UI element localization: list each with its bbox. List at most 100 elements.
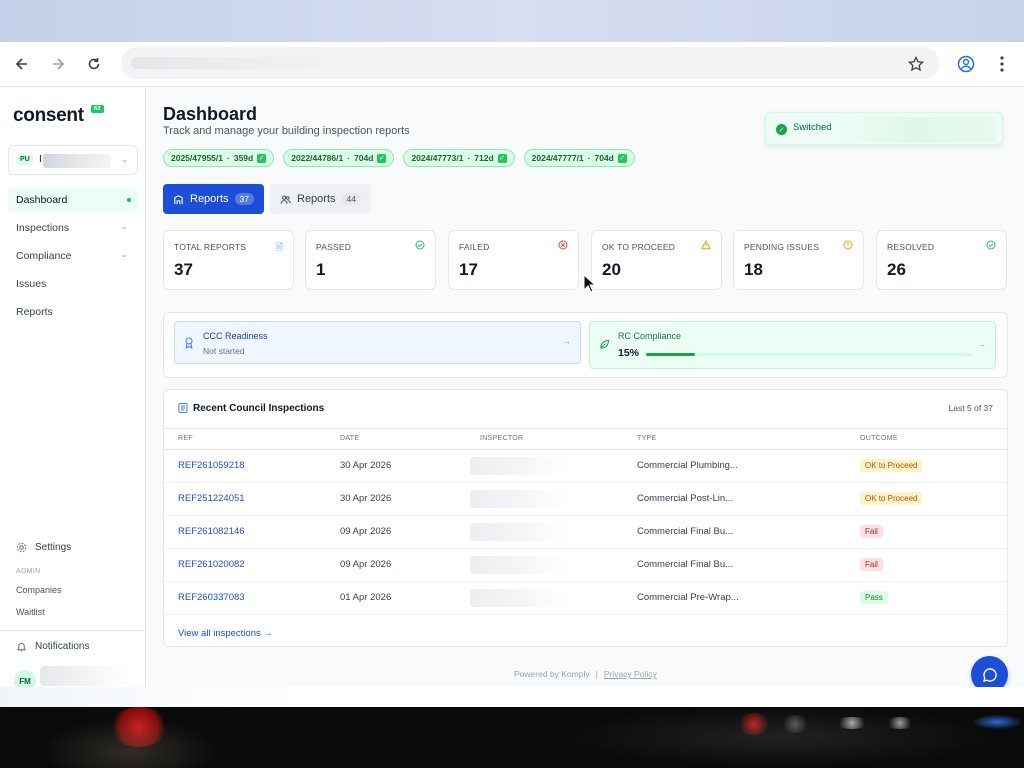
document-icon: 🗎 — [275, 242, 283, 252]
rc-progress-fill — [646, 353, 695, 356]
tab-count: 44 — [341, 193, 361, 205]
sidebar-item-dashboard[interactable]: Dashboard — [8, 188, 138, 212]
outcome-badge: OK to Proceed — [860, 459, 923, 472]
sidebar-settings-link[interactable]: Settings — [16, 542, 71, 553]
consent-chip[interactable]: 2025/47955/1 · 359d ✓ — [163, 149, 275, 167]
stat-value: 20 — [602, 260, 621, 279]
kebab-menu-icon[interactable] — [990, 52, 1014, 76]
stat-card-passed[interactable]: PASSED 1 — [305, 230, 436, 290]
inspection-type: Commercial Plumbing... — [637, 460, 738, 471]
sidebar-notifications-link[interactable]: Notifications — [16, 641, 89, 652]
sidebar-item-label: Reports — [16, 306, 53, 318]
outcome-badge: OK to Proceed — [860, 492, 923, 505]
address-text-redacted — [131, 57, 361, 69]
recent-inspections-card: Recent Council Inspections Last 5 of 37 … — [163, 389, 1008, 647]
notifications-label: Notifications — [35, 641, 90, 652]
tab-count: 37 — [234, 193, 254, 205]
info-icon — [843, 240, 853, 250]
tab-reports-buildings[interactable]: Reports 37 — [163, 184, 264, 214]
inspector-name-redacted — [470, 589, 570, 607]
table-row[interactable]: REF261082146 09 Apr 2026 Commercial Final … — [164, 516, 1007, 549]
table-row[interactable]: REF261020082 09 Apr 2026 Commercial Final … — [164, 549, 1007, 582]
app-logo[interactable]: consent — [13, 105, 84, 127]
stat-card-total-reports[interactable]: TOTAL REPORTS 37 🗎 — [163, 230, 294, 290]
consent-chip[interactable]: 2022/44786/1 · 704d ✓ — [283, 149, 395, 167]
table-row[interactable]: REF261059218 30 Apr 2026 Commercial Plumbi… — [164, 450, 1007, 483]
active-indicator-dot — [127, 198, 131, 202]
check-box-icon: ✓ — [617, 153, 627, 163]
taskbar-blur — [560, 707, 1000, 767]
sidebar-item-reports[interactable]: Reports — [8, 300, 138, 324]
sidebar: consent NZ PU I ⌄ Dashboard Inspections … — [0, 87, 146, 707]
stat-label: FAILED — [459, 242, 490, 252]
footer-separator: | — [595, 669, 598, 679]
award-icon — [185, 337, 193, 349]
inspection-date: 09 Apr 2026 — [340, 559, 392, 570]
stat-card-resolved[interactable]: RESOLVED 26 — [876, 230, 1007, 290]
column-header-type: TYPE — [637, 435, 657, 442]
outcome-badge: Pass — [860, 591, 888, 604]
privacy-policy-link[interactable]: Privacy Policy — [604, 669, 657, 679]
gear-icon — [16, 542, 27, 553]
inspector-name-redacted — [470, 556, 570, 574]
inspection-date: 30 Apr 2026 — [340, 493, 392, 504]
table-header: REF DATE INSPECTOR TYPE OUTCOME — [164, 428, 1007, 450]
bookmark-star-icon[interactable] — [904, 52, 928, 76]
arrow-right-icon: → — [562, 336, 571, 346]
sidebar-item-inspections[interactable]: Inspections ⌄ — [8, 216, 138, 240]
consent-ref: 2024/47773/1 — [411, 153, 464, 163]
organisation-select[interactable]: PU I ⌄ — [8, 145, 138, 175]
readiness-panel: CCC Readiness Not started → RC Complianc… — [163, 312, 1008, 378]
consent-ref: 2024/47777/1 — [531, 153, 584, 163]
check-box-icon: ✓ — [377, 153, 387, 163]
desktop-wallpaper — [0, 0, 1024, 42]
app-root: consent NZ PU I ⌄ Dashboard Inspections … — [0, 87, 1024, 707]
consent-chip[interactable]: 2024/47773/1 · 712d ✓ — [403, 149, 515, 167]
x-circle-icon — [558, 240, 568, 250]
inspection-type: Commercial Final Bu... — [637, 526, 734, 537]
inspection-ref-link[interactable]: REF261059218 — [178, 460, 245, 471]
inspection-ref-link[interactable]: REF260337083 — [178, 592, 245, 603]
sidebar-item-label: Issues — [16, 278, 47, 290]
forward-icon[interactable] — [46, 52, 70, 76]
stat-card-ok-to-proceed[interactable]: OK TO PROCEED 20 — [591, 230, 722, 290]
consent-chip[interactable]: 2024/47777/1 · 704d ✓ — [523, 149, 635, 167]
status-bar-redacted — [0, 687, 300, 707]
bell-icon — [16, 642, 27, 652]
profile-icon[interactable] — [954, 52, 978, 76]
sidebar-item-compliance[interactable]: Compliance ⌄ — [8, 244, 138, 268]
table-row[interactable]: REF251224051 30 Apr 2026 Commercial Post-L… — [164, 483, 1007, 516]
ccc-readiness-card[interactable]: CCC Readiness Not started → — [174, 321, 581, 364]
address-bar[interactable] — [121, 47, 939, 79]
stat-value: 17 — [459, 260, 478, 279]
stat-card-failed[interactable]: FAILED 17 — [448, 230, 579, 290]
chevron-down-icon: ⌄ — [120, 249, 128, 259]
sidebar-link-companies[interactable]: Companies — [16, 585, 62, 595]
inspection-date: 01 Apr 2026 — [340, 592, 392, 603]
back-icon[interactable] — [10, 52, 34, 76]
consent-days: 704d — [594, 153, 614, 163]
column-header-inspector: INSPECTOR — [480, 435, 524, 442]
inspection-ref-link[interactable]: REF251224051 — [178, 493, 245, 504]
view-all-inspections-link[interactable]: View all inspections → — [178, 628, 273, 639]
table-row[interactable]: REF260337083 01 Apr 2026 Commercial Pre-Wr… — [164, 582, 1007, 615]
mouse-cursor-icon — [583, 274, 595, 293]
outcome-badge: Fail — [860, 558, 883, 571]
inspection-ref-link[interactable]: REF261020082 — [178, 559, 245, 570]
reload-icon[interactable] — [82, 52, 106, 76]
user-name-redacted — [40, 666, 130, 686]
consent-days: 712d — [474, 153, 494, 163]
column-header-date: DATE — [340, 435, 360, 442]
sidebar-item-label: Compliance — [16, 250, 72, 262]
tab-label: Reports — [190, 193, 229, 205]
rc-compliance-card[interactable]: RC Compliance 15% → — [589, 321, 996, 369]
inspection-ref-link[interactable]: REF261082146 — [178, 526, 245, 537]
chevron-down-icon: ⌄ — [120, 154, 128, 164]
page-title: Dashboard — [163, 104, 258, 124]
sidebar-item-issues[interactable]: Issues — [8, 272, 138, 296]
check-circle-icon: ✓ — [776, 124, 787, 135]
stat-card-pending-issues[interactable]: PENDING ISSUES 18 — [733, 230, 864, 290]
sidebar-link-waitlist[interactable]: Waitlist — [16, 607, 45, 617]
org-badge: PU — [17, 154, 33, 165]
tab-reports-people[interactable]: Reports 44 — [270, 184, 371, 214]
